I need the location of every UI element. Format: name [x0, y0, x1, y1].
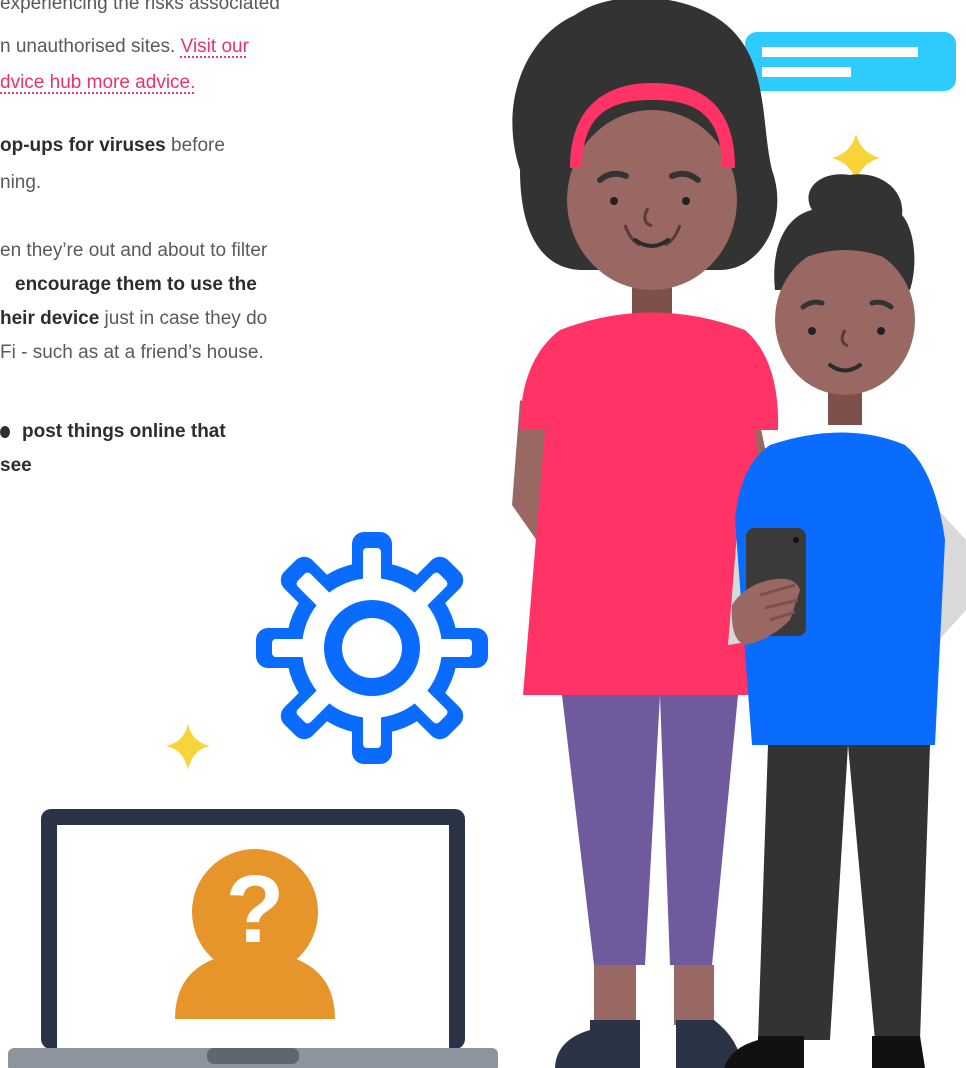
sparkle-icon: [166, 724, 210, 770]
illustration: ?: [8, 0, 966, 1068]
speech-bubble-icon: [738, 32, 956, 92]
gear-icon: [256, 532, 488, 764]
question-mark-icon: ?: [226, 856, 285, 963]
